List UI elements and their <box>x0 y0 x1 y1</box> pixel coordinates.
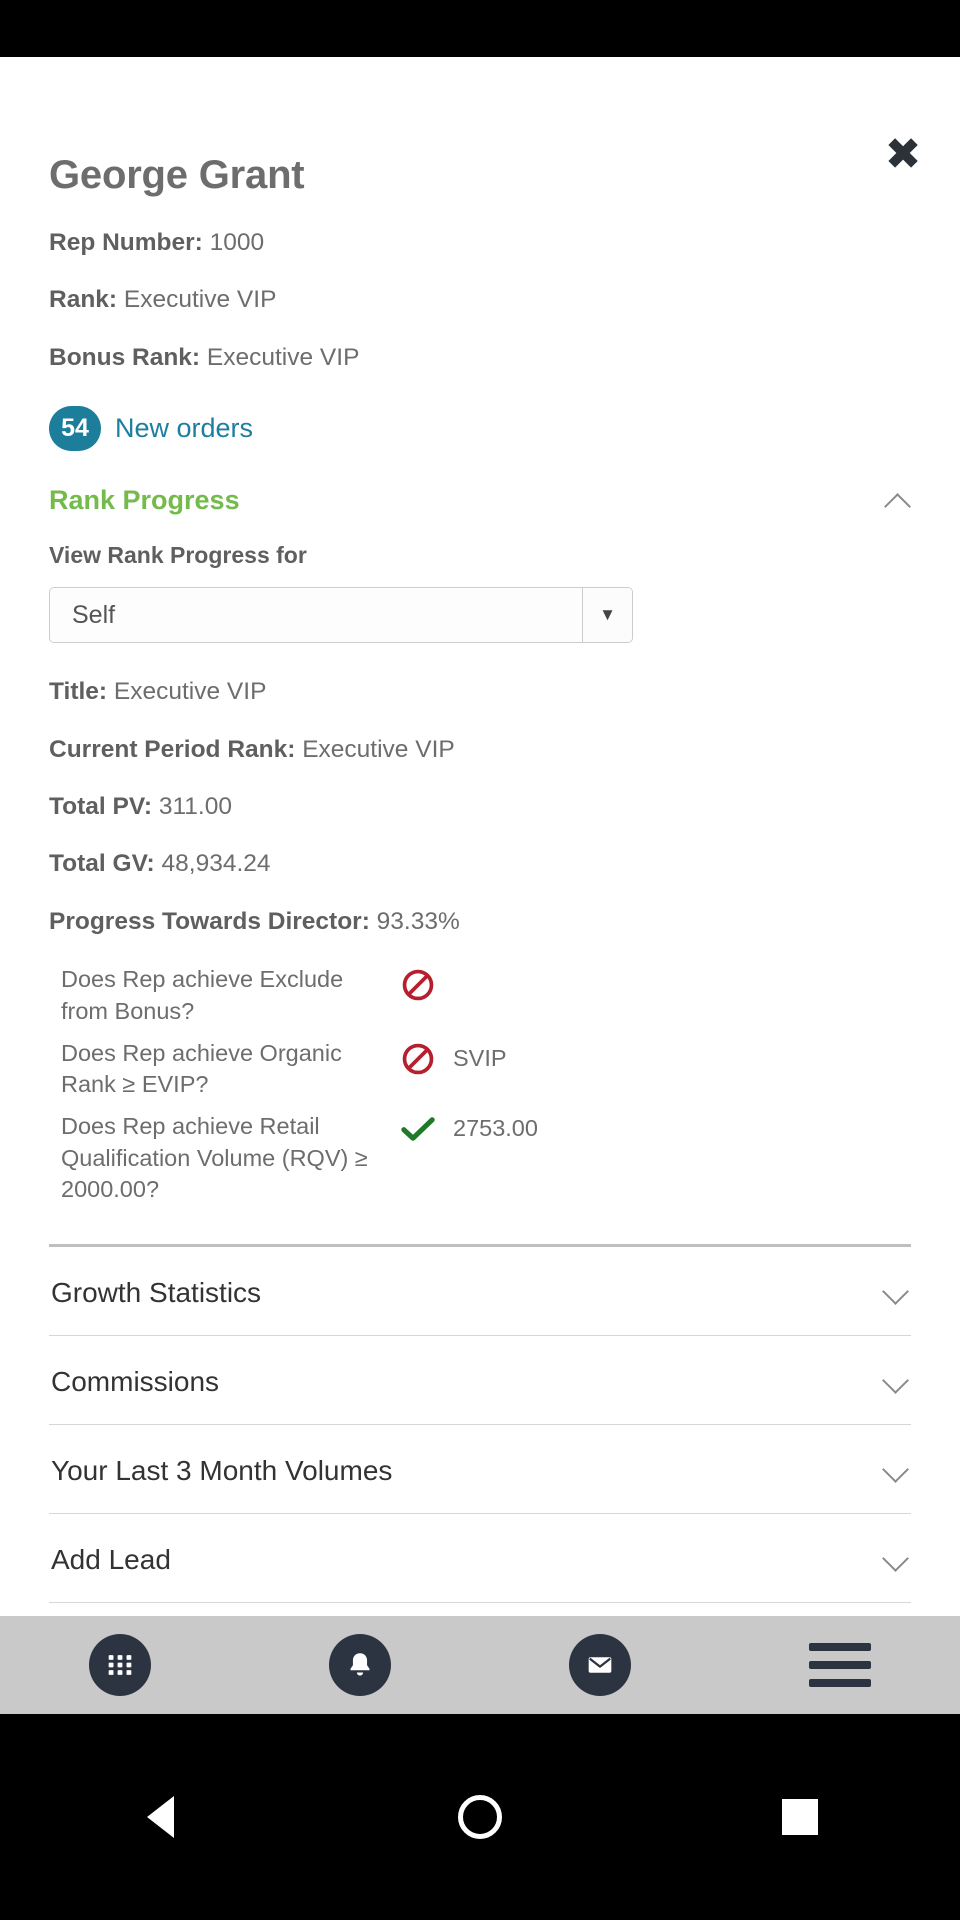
apps-grid-icon <box>89 1634 151 1696</box>
nav-menu-button[interactable] <box>720 1643 960 1687</box>
chevron-down-icon[interactable] <box>883 1280 909 1306</box>
system-back-button[interactable] <box>0 1796 320 1838</box>
total-gv-label: Total GV: <box>49 850 155 877</box>
section-add-lead[interactable]: Add Lead <box>49 1514 911 1603</box>
nav-notifications-button[interactable] <box>240 1634 480 1696</box>
section-label: Add Lead <box>51 1544 171 1576</box>
section-growth-statistics[interactable]: Growth Statistics <box>49 1247 911 1336</box>
criteria-question: Does Rep achieve Exclude from Bonus? <box>49 964 401 1027</box>
back-triangle-icon <box>147 1796 174 1838</box>
criteria-row: Does Rep achieve Organic Rank ≥ EVIP? SV… <box>49 1038 911 1101</box>
current-period-rank-value: Executive VIP <box>302 736 455 763</box>
new-orders-label: New orders <box>115 413 253 444</box>
section-label: Commissions <box>51 1366 219 1398</box>
criteria-status: SVIP <box>401 1038 507 1076</box>
total-gv-value: 48,934.24 <box>162 850 271 877</box>
rank-label: Rank: <box>49 286 117 313</box>
deny-icon <box>401 1042 435 1076</box>
new-orders-badge: 54 <box>49 406 101 451</box>
criteria-question: Does Rep achieve Organic Rank ≥ EVIP? <box>49 1038 401 1101</box>
rank-row: Rank: Executive VIP <box>49 285 911 314</box>
device-frame: ✖ George Grant Rep Number: 1000 Rank: Ex… <box>0 0 960 1920</box>
progress-towards-director-row: Progress Towards Director: 93.33% <box>49 907 911 936</box>
status-bar <box>0 0 960 57</box>
title-label: Title: <box>49 678 107 705</box>
section-label: Your Last 3 Month Volumes <box>51 1455 392 1487</box>
section-last-3-month-volumes[interactable]: Your Last 3 Month Volumes <box>49 1425 911 1514</box>
criteria-row: Does Rep achieve Retail Qualification Vo… <box>49 1111 911 1206</box>
deny-icon <box>401 968 435 1002</box>
chevron-down-icon[interactable]: ▼ <box>582 588 632 642</box>
home-circle-icon <box>458 1795 502 1839</box>
chevron-up-icon[interactable] <box>885 488 911 514</box>
total-gv-row: Total GV: 48,934.24 <box>49 849 911 878</box>
page-title: George Grant <box>49 153 911 198</box>
criteria-value: 2753.00 <box>453 1115 538 1142</box>
system-home-button[interactable] <box>320 1795 640 1839</box>
total-pv-value: 311.00 <box>159 793 232 820</box>
envelope-icon <box>569 1634 631 1696</box>
rep-number-row: Rep Number: 1000 <box>49 228 911 257</box>
chevron-down-icon[interactable] <box>883 1369 909 1395</box>
current-period-rank-label: Current Period Rank: <box>49 736 295 763</box>
bonus-rank-value: Executive VIP <box>207 344 360 371</box>
view-rank-progress-label: View Rank Progress for <box>49 542 911 569</box>
system-navigation-bar <box>0 1714 960 1920</box>
system-recents-button[interactable] <box>640 1799 960 1835</box>
criteria-value: SVIP <box>453 1045 507 1072</box>
main-content: George Grant Rep Number: 1000 Rank: Exec… <box>0 57 960 1692</box>
nav-apps-button[interactable] <box>0 1634 240 1696</box>
recents-square-icon <box>782 1799 818 1835</box>
section-commissions[interactable]: Commissions <box>49 1336 911 1425</box>
close-icon[interactable]: ✖ <box>880 133 926 179</box>
title-value: Executive VIP <box>114 678 267 705</box>
rep-number-value: 1000 <box>210 229 265 256</box>
criteria-question: Does Rep achieve Retail Qualification Vo… <box>49 1111 401 1206</box>
bell-icon <box>329 1634 391 1696</box>
progress-towards-director-value: 93.33% <box>377 908 460 935</box>
total-pv-row: Total PV: 311.00 <box>49 792 911 821</box>
title-row: Title: Executive VIP <box>49 677 911 706</box>
rep-number-label: Rep Number: <box>49 229 203 256</box>
check-icon <box>401 1116 435 1142</box>
chevron-down-icon[interactable] <box>883 1547 909 1573</box>
progress-towards-director-label: Progress Towards Director: <box>49 908 370 935</box>
rank-progress-header[interactable]: Rank Progress <box>49 485 911 516</box>
section-label: Growth Statistics <box>51 1277 261 1309</box>
rank-value: Executive VIP <box>124 286 277 313</box>
total-pv-label: Total PV: <box>49 793 152 820</box>
rank-progress-title: Rank Progress <box>49 485 240 516</box>
nav-messages-button[interactable] <box>480 1634 720 1696</box>
bottom-toolbar <box>0 1616 960 1714</box>
bonus-rank-label: Bonus Rank: <box>49 344 200 371</box>
criteria-list: Does Rep achieve Exclude from Bonus? Doe… <box>49 964 911 1206</box>
criteria-status <box>401 964 453 1002</box>
criteria-row: Does Rep achieve Exclude from Bonus? <box>49 964 911 1027</box>
hamburger-menu-icon <box>809 1643 871 1687</box>
bonus-rank-row: Bonus Rank: Executive VIP <box>49 343 911 372</box>
rank-progress-select-value: Self <box>50 588 582 642</box>
rank-progress-select[interactable]: Self ▼ <box>49 587 633 643</box>
current-period-rank-row: Current Period Rank: Executive VIP <box>49 735 911 764</box>
app-screen: ✖ George Grant Rep Number: 1000 Rank: Ex… <box>0 57 960 1714</box>
chevron-down-icon[interactable] <box>883 1458 909 1484</box>
criteria-status: 2753.00 <box>401 1111 538 1142</box>
new-orders-link[interactable]: 54 New orders <box>49 406 911 451</box>
